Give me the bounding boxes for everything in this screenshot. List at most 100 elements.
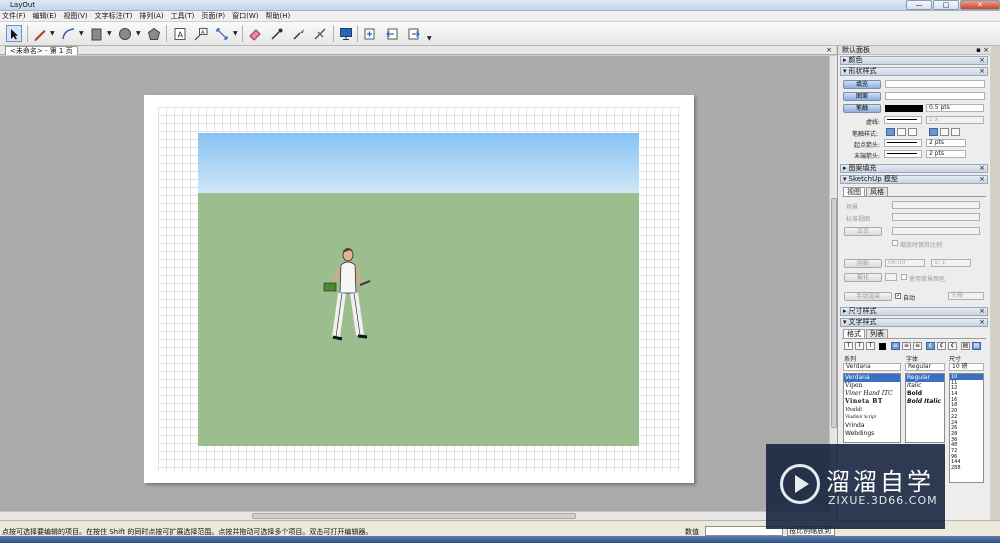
select-arrow-icon[interactable] xyxy=(6,25,22,42)
list-item[interactable]: Bold xyxy=(906,390,944,398)
add-page-icon[interactable] xyxy=(362,25,378,42)
stroke-button[interactable]: 笔触 xyxy=(843,104,881,113)
typeface-field[interactable]: Regular xyxy=(905,363,945,371)
chevron-down-icon[interactable]: ▼ xyxy=(79,30,84,37)
chevron-down-icon[interactable]: ▼ xyxy=(107,30,112,37)
use-background-checkbox[interactable] xyxy=(901,274,907,280)
close-section-icon[interactable]: × xyxy=(979,57,985,64)
keep-scale-checkbox[interactable] xyxy=(892,240,898,246)
text-size-large-icon[interactable]: T xyxy=(844,342,853,350)
join-bevel-icon[interactable] xyxy=(951,128,960,136)
sketchup-model-viewport[interactable] xyxy=(198,133,639,446)
anchor-center-icon[interactable]: ¢ xyxy=(937,342,946,350)
menu-tools[interactable]: 工具(T) xyxy=(171,11,195,21)
end-arrow-select[interactable] xyxy=(884,150,922,158)
start-arrow-select[interactable] xyxy=(884,139,922,147)
close-section-icon[interactable]: × xyxy=(979,319,985,326)
horizontal-scrollbar[interactable] xyxy=(0,511,837,520)
text-size-small-icon[interactable]: T xyxy=(866,342,875,350)
end-arrow-size-select[interactable]: 2 pts xyxy=(926,150,966,158)
toolbar-overflow-chevron-icon[interactable]: ▼ xyxy=(427,35,432,42)
list-item[interactable]: Vladimir Script xyxy=(844,414,900,422)
menu-file[interactable]: 文件(F) xyxy=(2,11,26,21)
fog-color-swatch[interactable] xyxy=(885,273,897,281)
pattern-button[interactable]: 图案 xyxy=(843,92,881,101)
list-item[interactable]: Vrinda xyxy=(844,422,900,430)
section-pattern-fill[interactable]: ▸ 图案填充 × xyxy=(840,164,988,173)
typeface-list[interactable]: Regular Italic Bold Bold Italic xyxy=(905,373,945,443)
arc-icon[interactable] xyxy=(60,25,76,42)
render-button[interactable]: 手动渲染 xyxy=(844,292,892,301)
pattern-swatch[interactable] xyxy=(885,92,985,100)
fog-button[interactable]: 雾化 xyxy=(844,273,882,282)
shadow-button[interactable]: 阴影 xyxy=(844,259,882,268)
standard-view-select[interactable] xyxy=(892,213,980,221)
list-item[interactable]: Bold Italic xyxy=(906,398,944,406)
close-section-icon[interactable]: × xyxy=(979,165,985,172)
cap-square-icon[interactable] xyxy=(908,128,917,136)
chevron-down-icon[interactable]: ▼ xyxy=(233,30,238,37)
text-color-swatch[interactable] xyxy=(879,343,886,350)
join-miter-icon[interactable] xyxy=(929,128,938,136)
close-section-icon[interactable]: × xyxy=(979,68,985,75)
previous-page-icon[interactable] xyxy=(384,25,400,42)
vertical-scrollbar[interactable] xyxy=(829,56,837,511)
join-icon[interactable] xyxy=(312,25,328,42)
menu-edit[interactable]: 编辑(E) xyxy=(33,11,57,21)
stroke-width-select[interactable]: 0.5 pts xyxy=(926,104,984,112)
list-item[interactable]: 288 xyxy=(950,465,983,471)
size-field[interactable]: 10 磅 xyxy=(949,363,984,371)
chevron-down-icon[interactable]: ▼ xyxy=(50,30,55,37)
polygon-icon[interactable] xyxy=(146,25,162,42)
anchor-left-icon[interactable]: ¢ xyxy=(926,342,935,350)
eraser-icon[interactable] xyxy=(247,25,263,42)
split-icon[interactable] xyxy=(291,25,307,42)
auto-render-checkbox[interactable]: ✓ xyxy=(895,293,901,299)
menu-arrange[interactable]: 排列(A) xyxy=(139,11,163,21)
menu-view[interactable]: 视图(V) xyxy=(63,11,87,21)
maximize-button[interactable]: □ xyxy=(933,0,959,10)
fill-swatch[interactable] xyxy=(885,80,985,88)
start-arrow-size-select[interactable]: 2 pts xyxy=(926,139,966,147)
dash-scale-select[interactable]: 1 x xyxy=(926,116,984,124)
horizontal-scroll-thumb[interactable] xyxy=(252,513,576,519)
section-shape-style[interactable]: ▾ 形状样式 × xyxy=(840,67,988,76)
chevron-down-icon[interactable]: ▼ xyxy=(136,30,141,37)
list-item[interactable]: Vipen xyxy=(844,382,900,390)
text-icon[interactable]: A xyxy=(172,25,188,42)
eyedropper-icon[interactable] xyxy=(269,25,285,42)
shadow-date-field[interactable]: 1/ 1 xyxy=(931,259,971,267)
valign-middle-icon[interactable]: ▤ xyxy=(972,342,981,350)
document-tab[interactable]: <未命名> - 第 1 页 xyxy=(5,46,78,55)
scene-select[interactable] xyxy=(892,201,980,209)
pin-close-icon[interactable]: ▪ × xyxy=(976,46,989,55)
section-color[interactable]: ▸ 颜色 × xyxy=(840,56,988,65)
family-field[interactable]: Verdana xyxy=(843,363,901,371)
menu-help[interactable]: 帮助(H) xyxy=(266,11,291,21)
close-document-icon[interactable]: × xyxy=(826,46,832,54)
list-item[interactable]: Italic xyxy=(906,382,944,390)
anchor-right-icon[interactable]: ¢ xyxy=(948,342,957,350)
pencil-icon[interactable] xyxy=(32,25,48,42)
join-round-icon[interactable] xyxy=(940,128,949,136)
tab-style[interactable]: 风格 xyxy=(866,187,888,196)
shadow-time-field[interactable]: 06:00 xyxy=(885,259,925,267)
list-item[interactable]: Viner Hand ITC xyxy=(844,390,900,398)
ortho-button[interactable]: 正交 xyxy=(844,227,882,236)
list-item[interactable]: Verdana xyxy=(844,374,900,382)
section-text-style[interactable]: ▾ 文字样式 × xyxy=(840,318,988,327)
dash-select[interactable] xyxy=(884,116,922,124)
section-sketchup-model[interactable]: ▾ SketchUp 模型 × xyxy=(840,175,988,184)
font-family-list[interactable]: Verdana Vipen Viner Hand ITC Vineta BT V… xyxy=(843,373,901,443)
cap-round-icon[interactable] xyxy=(897,128,906,136)
ortho-scale-select[interactable] xyxy=(892,227,980,235)
next-page-icon[interactable] xyxy=(406,25,422,42)
close-button[interactable]: ✕ xyxy=(960,0,1000,10)
tab-format[interactable]: 格式 xyxy=(843,329,865,338)
align-right-icon[interactable]: ≡ xyxy=(913,342,922,350)
tab-view[interactable]: 视图 xyxy=(843,187,865,196)
menu-window[interactable]: 窗口(W) xyxy=(232,11,258,21)
fill-button[interactable]: 填充 xyxy=(843,80,881,89)
align-left-icon[interactable]: ≡ xyxy=(891,342,900,350)
list-item[interactable]: Vivaldi xyxy=(844,406,900,414)
